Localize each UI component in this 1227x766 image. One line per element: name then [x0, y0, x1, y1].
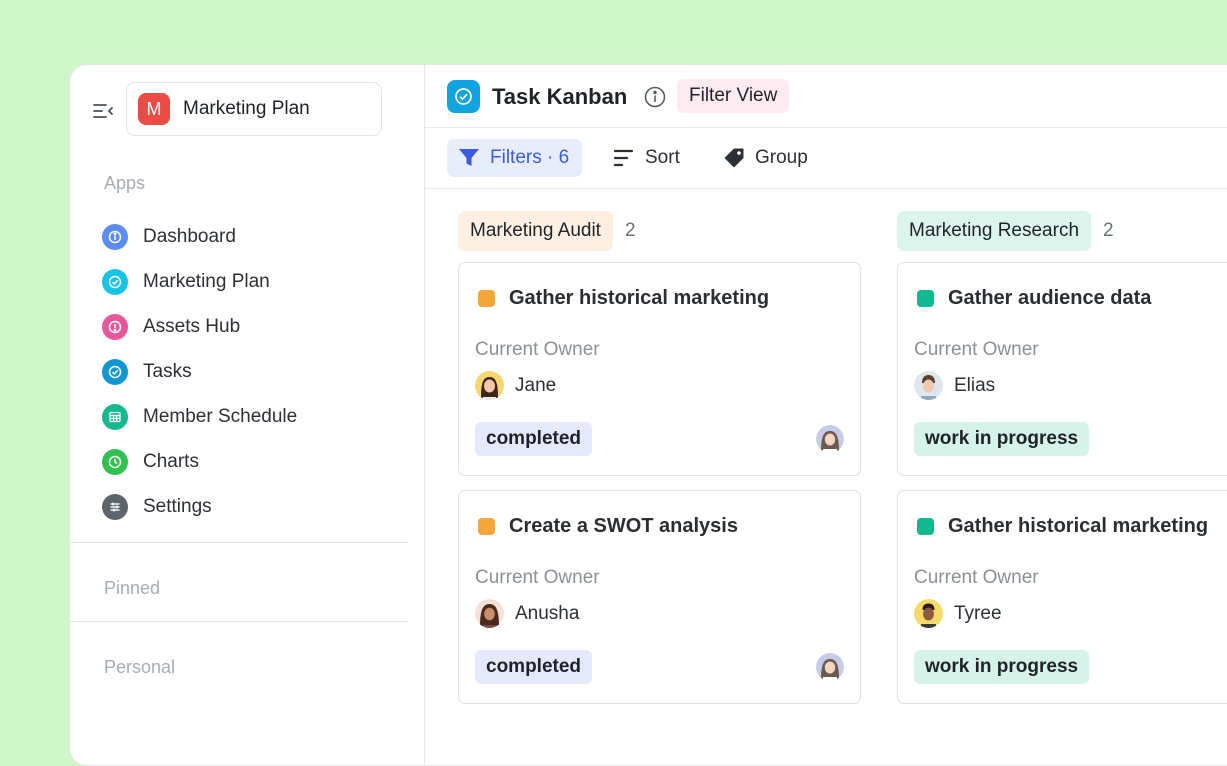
- task-card[interactable]: Gather historical marketing Current Owne…: [897, 490, 1227, 704]
- avatar: [475, 371, 504, 400]
- sidebar-item-charts[interactable]: Charts: [102, 439, 297, 484]
- sidebar-item-marketing-plan[interactable]: Marketing Plan: [102, 259, 297, 304]
- app-window: M Marketing Plan Apps Dashboard Marketin…: [69, 64, 1227, 766]
- sidebar-divider: [70, 542, 408, 543]
- clock-icon: [102, 448, 128, 475]
- info-icon: [102, 313, 128, 340]
- status-dot: [478, 518, 495, 535]
- owner-label: Current Owner: [914, 339, 1039, 360]
- sidebar-item-label: Charts: [143, 450, 199, 472]
- sidebar-item-label: Marketing Plan: [143, 270, 270, 292]
- title-bar: Task Kanban Filter View: [425, 65, 1227, 128]
- status-dot: [917, 518, 934, 535]
- owner: Anusha: [475, 599, 579, 628]
- sidebar-item-label: Settings: [143, 495, 212, 517]
- card-title: Gather historical marketing: [948, 515, 1209, 537]
- toolbar: Filters · 6 Sort Group: [425, 128, 1227, 189]
- apps-section-label: Apps: [104, 173, 146, 193]
- status-badge: completed: [475, 650, 593, 684]
- column-count: 2: [1103, 220, 1114, 241]
- assignee-avatar[interactable]: [816, 653, 844, 681]
- sidebar: M Marketing Plan Apps Dashboard Marketin…: [70, 65, 425, 765]
- owner: Elias: [914, 371, 995, 400]
- filters-button[interactable]: Filters · 6: [447, 139, 583, 177]
- info-icon[interactable]: [644, 86, 666, 108]
- sort-icon: [613, 149, 634, 167]
- task-card[interactable]: Create a SWOT analysis Current Owner Anu…: [458, 490, 861, 704]
- card-title: Create a SWOT analysis: [509, 515, 738, 537]
- filters-label: Filters · 6: [490, 147, 570, 168]
- sidebar-nav: Dashboard Marketing Plan Assets Hub Task…: [102, 214, 297, 529]
- workspace-switcher[interactable]: M Marketing Plan: [126, 82, 382, 136]
- owner-label: Current Owner: [475, 567, 600, 588]
- check-circle-icon: [102, 268, 128, 295]
- sort-button[interactable]: Sort: [613, 139, 680, 177]
- grid-icon: [102, 403, 128, 430]
- assignee-avatar[interactable]: [816, 425, 844, 453]
- task-card[interactable]: Gather historical marketing Current Owne…: [458, 262, 861, 476]
- owner: Jane: [475, 371, 556, 400]
- tag-icon: [724, 148, 744, 168]
- owner-name: Anusha: [515, 602, 580, 624]
- kanban-board: Marketing Audit 2 Gather historical mark…: [425, 189, 1227, 765]
- workspace-name: Marketing Plan: [183, 98, 310, 119]
- filter-icon: [459, 149, 479, 166]
- sidebar-item-label: Tasks: [143, 360, 192, 382]
- card-title: Gather historical marketing: [509, 287, 770, 309]
- column-header: Marketing Audit 2: [458, 211, 863, 251]
- sidebar-divider: [70, 621, 408, 622]
- owner-name: Tyree: [954, 602, 1002, 624]
- status-badge: work in progress: [914, 422, 1090, 456]
- owner-label: Current Owner: [914, 567, 1039, 588]
- view-badge[interactable]: Filter View: [677, 79, 790, 113]
- avatar: [475, 599, 504, 628]
- owner-label: Current Owner: [475, 339, 600, 360]
- check-circle-icon: [102, 358, 128, 385]
- sidebar-item-settings[interactable]: Settings: [102, 484, 297, 529]
- task-card[interactable]: Gather audience data Current Owner Elias…: [897, 262, 1227, 476]
- column-title: Marketing Audit: [458, 211, 613, 251]
- personal-section-label: Personal: [104, 657, 176, 677]
- kanban-column-marketing-audit: Marketing Audit 2 Gather historical mark…: [458, 211, 863, 718]
- sidebar-item-dashboard[interactable]: Dashboard: [102, 214, 297, 259]
- sidebar-item-assets-hub[interactable]: Assets Hub: [102, 304, 297, 349]
- status-dot: [478, 290, 495, 307]
- status-dot: [917, 290, 934, 307]
- owner-name: Jane: [515, 374, 557, 396]
- status-badge: completed: [475, 422, 593, 456]
- sidebar-item-label: Dashboard: [143, 225, 236, 247]
- status-badge: work in progress: [914, 650, 1090, 684]
- collapse-sidebar-icon[interactable]: [91, 99, 115, 123]
- group-label: Group: [755, 147, 808, 168]
- kanban-column-marketing-research: Marketing Research 2 Gather audience dat…: [897, 211, 1227, 718]
- main-content: Task Kanban Filter View Filters · 6 Sort…: [425, 65, 1227, 765]
- page-title: Task Kanban: [492, 84, 628, 109]
- sliders-icon: [102, 493, 128, 520]
- task-app-icon: [447, 80, 480, 113]
- avatar: [914, 599, 943, 628]
- sort-label: Sort: [645, 147, 680, 168]
- sidebar-item-member-schedule[interactable]: Member Schedule: [102, 394, 297, 439]
- sidebar-item-label: Member Schedule: [143, 405, 298, 427]
- card-title: Gather audience data: [948, 287, 1152, 309]
- workspace-avatar: M: [138, 93, 170, 125]
- column-count: 2: [624, 220, 636, 241]
- group-button[interactable]: Group: [723, 139, 808, 177]
- column-header: Marketing Research 2: [897, 211, 1227, 251]
- column-title: Marketing Research: [897, 211, 1092, 251]
- avatar: [914, 371, 943, 400]
- sidebar-item-label: Assets Hub: [143, 315, 241, 337]
- info-icon: [102, 223, 128, 250]
- pinned-section-label: Pinned: [104, 578, 161, 598]
- sidebar-item-tasks[interactable]: Tasks: [102, 349, 297, 394]
- owner-name: Elias: [954, 374, 996, 396]
- owner: Tyree: [914, 599, 1002, 628]
